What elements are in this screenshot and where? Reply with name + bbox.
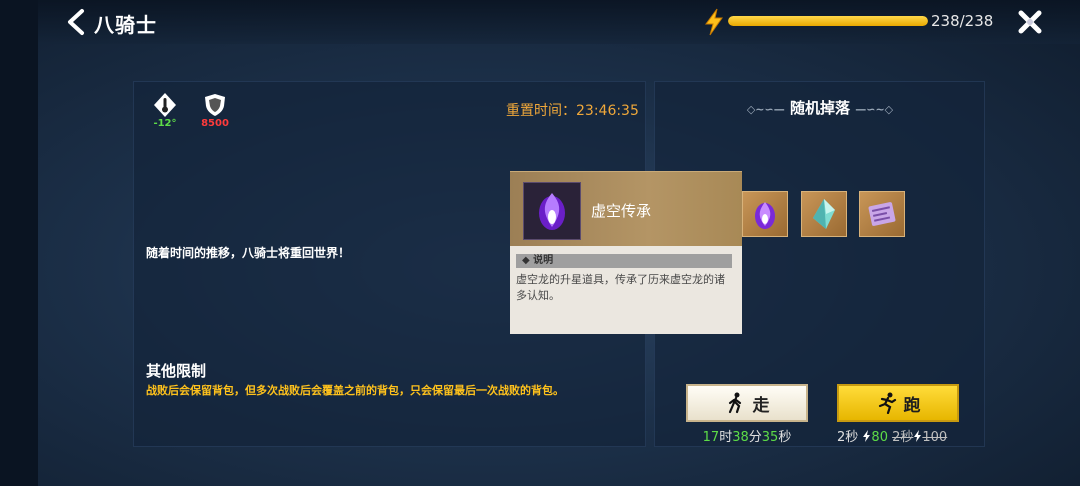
run-energy-cost: 80 bbox=[871, 430, 888, 445]
purple-flame-icon bbox=[539, 193, 565, 230]
temperature-value: -12° bbox=[153, 118, 177, 129]
limits-title: 其他限制 bbox=[146, 362, 207, 380]
tooltip-header: 虚空传承 bbox=[510, 171, 742, 246]
temperature-stat: -12° bbox=[150, 92, 180, 129]
old-run-time: 2秒 bbox=[892, 430, 914, 445]
run-cost-info: 2秒 80 2秒 100 bbox=[837, 426, 947, 445]
back-arrow-icon[interactable] bbox=[62, 6, 92, 38]
run-label: 跑 bbox=[903, 395, 921, 416]
old-run-energy-cost: 100 bbox=[922, 430, 948, 445]
walk-hours: 17 bbox=[702, 430, 720, 445]
drop-title-text: 随机掉落 bbox=[789, 99, 850, 117]
minutes-unit: 分 bbox=[748, 430, 762, 445]
tooltip-section-text: 说明 bbox=[533, 255, 554, 266]
tooltip-item-icon bbox=[523, 182, 581, 240]
drop-item-crystal[interactable] bbox=[801, 191, 847, 237]
energy-bar bbox=[728, 16, 928, 26]
tooltip-body: ◆ 说明 虚空龙的升星道具，传承了历来虚空龙的诸多认知。 bbox=[510, 246, 742, 334]
close-icon[interactable] bbox=[1016, 8, 1044, 36]
running-person-icon bbox=[878, 392, 896, 414]
crystal-icon bbox=[813, 199, 835, 229]
drop-title: ◇∼∽— 随机掉落 —∽∼◇ bbox=[745, 97, 895, 118]
walk-button[interactable]: 走 bbox=[686, 384, 808, 422]
walk-seconds: 35 bbox=[761, 430, 779, 445]
walk-label: 走 bbox=[752, 395, 770, 416]
item-tooltip: 虚空传承 ◆ 说明 虚空龙的升星道具，传承了历来虚空龙的诸多认知。 bbox=[510, 171, 742, 334]
scroll-icon bbox=[868, 202, 896, 226]
ornament-left-icon: ◇∼∽— bbox=[746, 103, 785, 116]
drop-item-scroll[interactable] bbox=[859, 191, 905, 237]
hours-unit: 时 bbox=[719, 430, 733, 445]
energy-count: 238/238 bbox=[931, 12, 994, 30]
thermometer-icon bbox=[154, 93, 176, 117]
walk-minutes: 38 bbox=[732, 430, 749, 445]
walking-person-icon bbox=[728, 392, 741, 414]
limits-text: 战败后会保留背包，但多次战败后会覆盖之前的背包，只会保留最后一次战败的背包。 bbox=[146, 384, 564, 397]
defense-stat: 8500 bbox=[200, 92, 230, 129]
diamond-icon: ◆ bbox=[522, 255, 534, 266]
seconds-unit: 秒 bbox=[778, 430, 792, 445]
run-time: 2秒 bbox=[837, 430, 859, 445]
tooltip-item-name: 虚空传承 bbox=[591, 202, 652, 220]
tooltip-description: 虚空龙的升星道具，传承了历来虚空龙的诸多认知。 bbox=[516, 273, 725, 302]
drop-item-purple-flame[interactable] bbox=[742, 191, 788, 237]
defense-value: 8500 bbox=[201, 118, 229, 129]
ornament-right-icon: —∽∼◇ bbox=[855, 103, 894, 116]
event-description: 随着时间的推移，八骑士将重回世界！ bbox=[146, 246, 351, 260]
tooltip-section-label: ◆ 说明 bbox=[516, 254, 732, 268]
shield-icon bbox=[205, 94, 225, 116]
purple-flame-icon bbox=[755, 202, 775, 229]
run-button[interactable]: 跑 bbox=[837, 384, 959, 422]
page-title: 八骑士 bbox=[94, 13, 157, 37]
energy-fill bbox=[728, 16, 928, 26]
lightning-icon bbox=[703, 8, 725, 36]
walk-duration: 17时38分35秒 bbox=[686, 426, 808, 445]
reset-timer: 重置时间：23:46:35 bbox=[506, 103, 639, 119]
screen-edge bbox=[0, 0, 38, 486]
old-run-cost: 2秒 100 bbox=[892, 430, 947, 445]
